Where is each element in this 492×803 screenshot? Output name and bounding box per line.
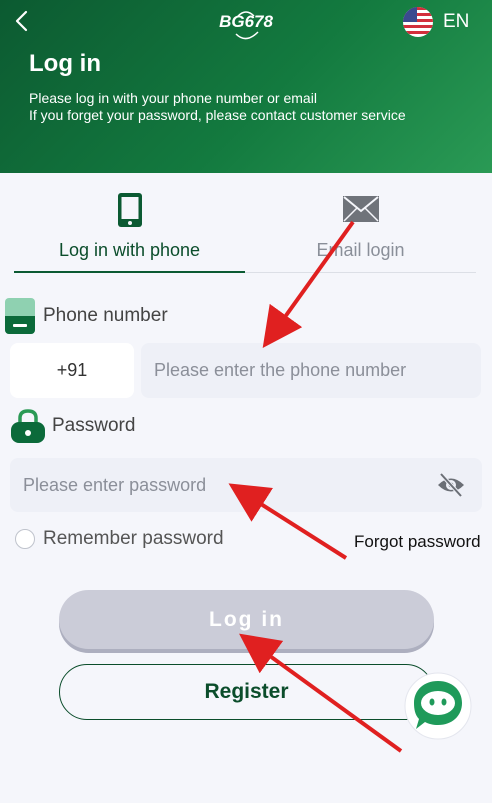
mail-icon: [342, 196, 379, 222]
tab-phone-label: Log in with phone: [58, 240, 201, 260]
country-code-select[interactable]: +91: [10, 343, 134, 398]
us-flag-icon: [403, 7, 433, 37]
page-title: Log in: [29, 50, 101, 77]
password-input[interactable]: [10, 458, 482, 512]
remember-password-toggle[interactable]: Remember password: [15, 528, 224, 550]
tab-email-label: Email login: [316, 240, 405, 260]
logo: BG678: [214, 10, 278, 40]
phone-number-input[interactable]: [141, 343, 481, 398]
remember-password-label: Remember password: [43, 528, 224, 549]
eye-off-icon: [438, 472, 464, 498]
toggle-password-visibility[interactable]: [437, 472, 465, 498]
phone-icon: [117, 193, 142, 227]
phone-card-icon: [5, 298, 35, 334]
back-button[interactable]: [10, 8, 34, 36]
phone-label-row: Phone number: [5, 298, 168, 334]
phone-number-label: Phone number: [43, 305, 168, 326]
forgot-password-link[interactable]: Forgot password: [354, 532, 481, 552]
chevron-left-icon: [15, 10, 28, 32]
login-tabs: Log in with phone Email login: [14, 188, 476, 273]
customer-service-button[interactable]: [404, 672, 472, 740]
chat-bubble-icon: [404, 672, 472, 740]
logo-text: BG678: [219, 12, 273, 31]
remember-radio[interactable]: [15, 529, 35, 549]
language-label: EN: [443, 11, 470, 32]
language-selector[interactable]: EN: [403, 7, 469, 37]
register-button[interactable]: Register: [59, 664, 434, 720]
password-label-row: Password: [5, 408, 135, 444]
subtitle-line-1: Please log in with your phone number or …: [29, 90, 317, 106]
tab-phone-login[interactable]: Log in with phone: [14, 188, 245, 273]
login-button[interactable]: Log in: [59, 590, 434, 649]
password-label: Password: [52, 415, 136, 436]
tab-email-login[interactable]: Email login: [245, 188, 476, 273]
header: BG678 EN Log in Please log in with your …: [0, 0, 492, 173]
subtitle-line-2: If you forget your password, please cont…: [29, 107, 406, 123]
page-subtitle: Please log in with your phone number or …: [29, 90, 406, 124]
lock-icon: [11, 409, 45, 443]
